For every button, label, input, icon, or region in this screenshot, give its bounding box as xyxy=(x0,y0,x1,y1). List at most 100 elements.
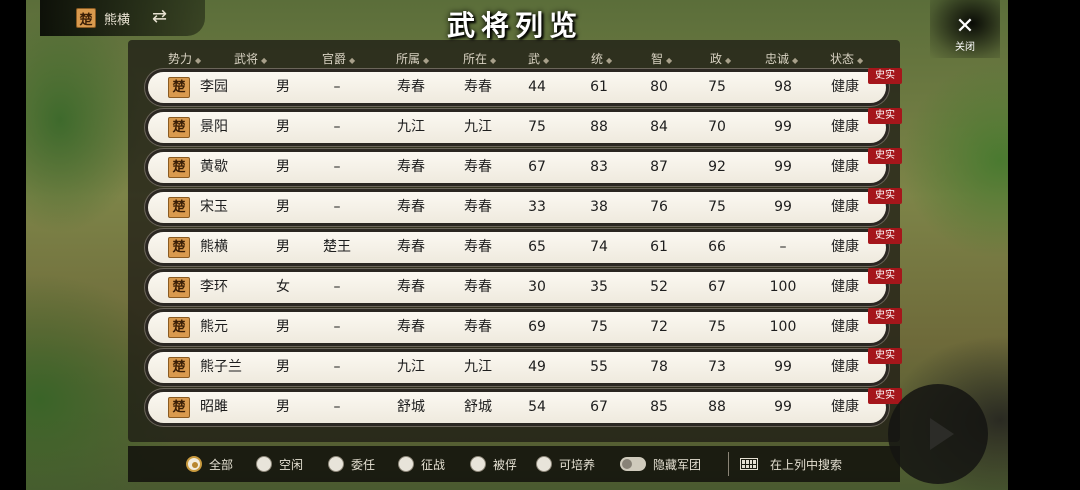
cell-lead: 88 xyxy=(590,119,608,135)
cell-title: 楚王 xyxy=(323,239,351,255)
cell-int: 84 xyxy=(650,119,668,135)
radio-icon[interactable] xyxy=(186,456,202,472)
column-header-label: 所在 xyxy=(463,52,488,66)
cell-war: 69 xyxy=(528,319,546,335)
cell-location: 寿春 xyxy=(464,79,492,95)
filter-option[interactable]: 全部 xyxy=(186,454,233,474)
history-tag: 史实 xyxy=(868,348,902,364)
cell-title: – xyxy=(333,79,341,95)
sort-icon: ◆ xyxy=(606,56,613,65)
ruler-name: 熊横 xyxy=(104,13,131,28)
history-tag: 史实 xyxy=(868,308,902,324)
sort-icon: ◆ xyxy=(857,56,864,65)
cell-pol: 70 xyxy=(708,119,726,135)
history-tag: 史实 xyxy=(868,188,902,204)
cell-title: – xyxy=(333,199,341,215)
filter-option[interactable]: 可培养 xyxy=(536,454,595,474)
column-header-location[interactable]: 所在 ◆ xyxy=(463,50,496,67)
search-button[interactable]: 在上列中搜索 xyxy=(740,454,842,474)
table-row[interactable]: 楚宋玉 男 – 寿春 寿春 33 38 76 75 99 健康 史实 xyxy=(148,188,902,223)
hide-army-label: 隐藏军团 xyxy=(653,457,702,472)
cell-loyalty: 99 xyxy=(774,159,792,175)
cell-gender: 女 xyxy=(276,279,290,295)
table-row[interactable]: 楚黄歇 男 – 寿春 寿春 67 83 87 92 99 健康 史实 xyxy=(148,148,902,183)
column-header-war[interactable]: 武 ◆ xyxy=(528,50,549,67)
filter-label: 委任 xyxy=(351,457,376,472)
cell-belong: 九江 xyxy=(397,359,425,375)
cell-loyalty: 99 xyxy=(774,199,792,215)
cell-lead: 74 xyxy=(590,239,608,255)
column-header-lead[interactable]: 统 ◆ xyxy=(591,50,612,67)
sort-icon: ◆ xyxy=(725,56,732,65)
column-header-status[interactable]: 状态 ◆ xyxy=(830,50,863,67)
cell-int: 76 xyxy=(650,199,668,215)
cell-loyalty: 99 xyxy=(774,399,792,415)
column-header-title[interactable]: 官爵 ◆ xyxy=(322,50,355,67)
table-row[interactable]: 楚昭雎 男 – 舒城 舒城 54 67 85 88 99 健康 史实 xyxy=(148,388,902,423)
cell-loyalty: 99 xyxy=(774,119,792,135)
cell-title: – xyxy=(333,359,341,375)
close-button-label[interactable]: 关闭 xyxy=(948,38,982,53)
cell-status: 健康 xyxy=(831,199,859,215)
table-row[interactable]: 楚熊横 男 楚王 寿春 寿春 65 74 61 66 – 健康 史实 xyxy=(148,228,902,263)
cell-gender: 男 xyxy=(276,79,290,95)
cell-name: 黄歇 xyxy=(200,159,228,175)
radio-icon[interactable] xyxy=(328,456,344,472)
faction-badge: 楚 xyxy=(168,357,190,378)
toggle-switch-icon[interactable] xyxy=(620,457,646,471)
table-row[interactable]: 楚景阳 男 – 九江 九江 75 88 84 70 99 健康 史实 xyxy=(148,108,902,143)
cell-war: 49 xyxy=(528,359,546,375)
swap-icon[interactable]: ⇄ xyxy=(152,6,167,27)
cell-int: 85 xyxy=(650,399,668,415)
radio-icon[interactable] xyxy=(536,456,552,472)
history-tag: 史实 xyxy=(868,228,902,244)
cell-location: 寿春 xyxy=(464,199,492,215)
close-icon[interactable]: ✕ xyxy=(952,14,978,39)
cell-loyalty: – xyxy=(779,239,787,255)
cell-int: 61 xyxy=(650,239,668,255)
cell-status: 健康 xyxy=(831,359,859,375)
column-header-pol[interactable]: 政 ◆ xyxy=(710,50,731,67)
column-header-label: 武将 xyxy=(234,52,259,66)
faction-badge: 楚 xyxy=(168,277,190,298)
column-header-label: 武 xyxy=(528,52,541,66)
table-row[interactable]: 楚熊元 男 – 寿春 寿春 69 75 72 75 100 健康 史实 xyxy=(148,308,902,343)
column-header-int[interactable]: 智 ◆ xyxy=(651,50,672,67)
left-letterbox xyxy=(0,0,26,490)
cell-belong: 九江 xyxy=(397,119,425,135)
sort-icon: ◆ xyxy=(261,56,268,65)
radio-icon[interactable] xyxy=(398,456,414,472)
cell-lead: 67 xyxy=(590,399,608,415)
cell-status: 健康 xyxy=(831,279,859,295)
radio-icon[interactable] xyxy=(256,456,272,472)
cell-lead: 83 xyxy=(590,159,608,175)
filter-label: 空闲 xyxy=(279,457,304,472)
filter-option[interactable]: 征战 xyxy=(398,454,445,474)
faction-badge: 楚 xyxy=(168,77,190,98)
column-header-label: 势力 xyxy=(168,52,193,66)
filter-option[interactable]: 委任 xyxy=(328,454,375,474)
radio-icon[interactable] xyxy=(470,456,486,472)
column-header-name[interactable]: 武将 ◆ xyxy=(234,50,267,67)
table-row[interactable]: 楚李园 男 – 寿春 寿春 44 61 80 75 98 健康 史实 xyxy=(148,68,902,103)
cell-belong: 寿春 xyxy=(397,159,425,175)
cell-name: 宋玉 xyxy=(200,199,228,215)
cell-location: 寿春 xyxy=(464,279,492,295)
column-header-loyalty[interactable]: 忠诚 ◆ xyxy=(765,50,798,67)
filter-option[interactable]: 被俘 xyxy=(470,454,517,474)
column-header-belong[interactable]: 所属 ◆ xyxy=(396,50,429,67)
ruler-faction-badge: 楚 xyxy=(76,8,96,28)
table-row[interactable]: 楚李环 女 – 寿春 寿春 30 35 52 67 100 健康 史实 xyxy=(148,268,902,303)
history-tag: 史实 xyxy=(868,268,902,284)
table-row[interactable]: 楚熊子兰 男 – 九江 九江 49 55 78 73 99 健康 史实 xyxy=(148,348,902,383)
hide-army-toggle[interactable]: 隐藏军团 xyxy=(620,454,701,474)
column-header-faction[interactable]: 势力 ◆ xyxy=(168,50,201,67)
sort-icon: ◆ xyxy=(423,56,430,65)
faction-badge: 楚 xyxy=(168,397,190,418)
history-tag: 史实 xyxy=(868,388,902,404)
cell-war: 44 xyxy=(528,79,546,95)
cell-int: 52 xyxy=(650,279,668,295)
filter-option[interactable]: 空闲 xyxy=(256,454,303,474)
cell-war: 65 xyxy=(528,239,546,255)
column-header-label: 状态 xyxy=(830,52,855,66)
